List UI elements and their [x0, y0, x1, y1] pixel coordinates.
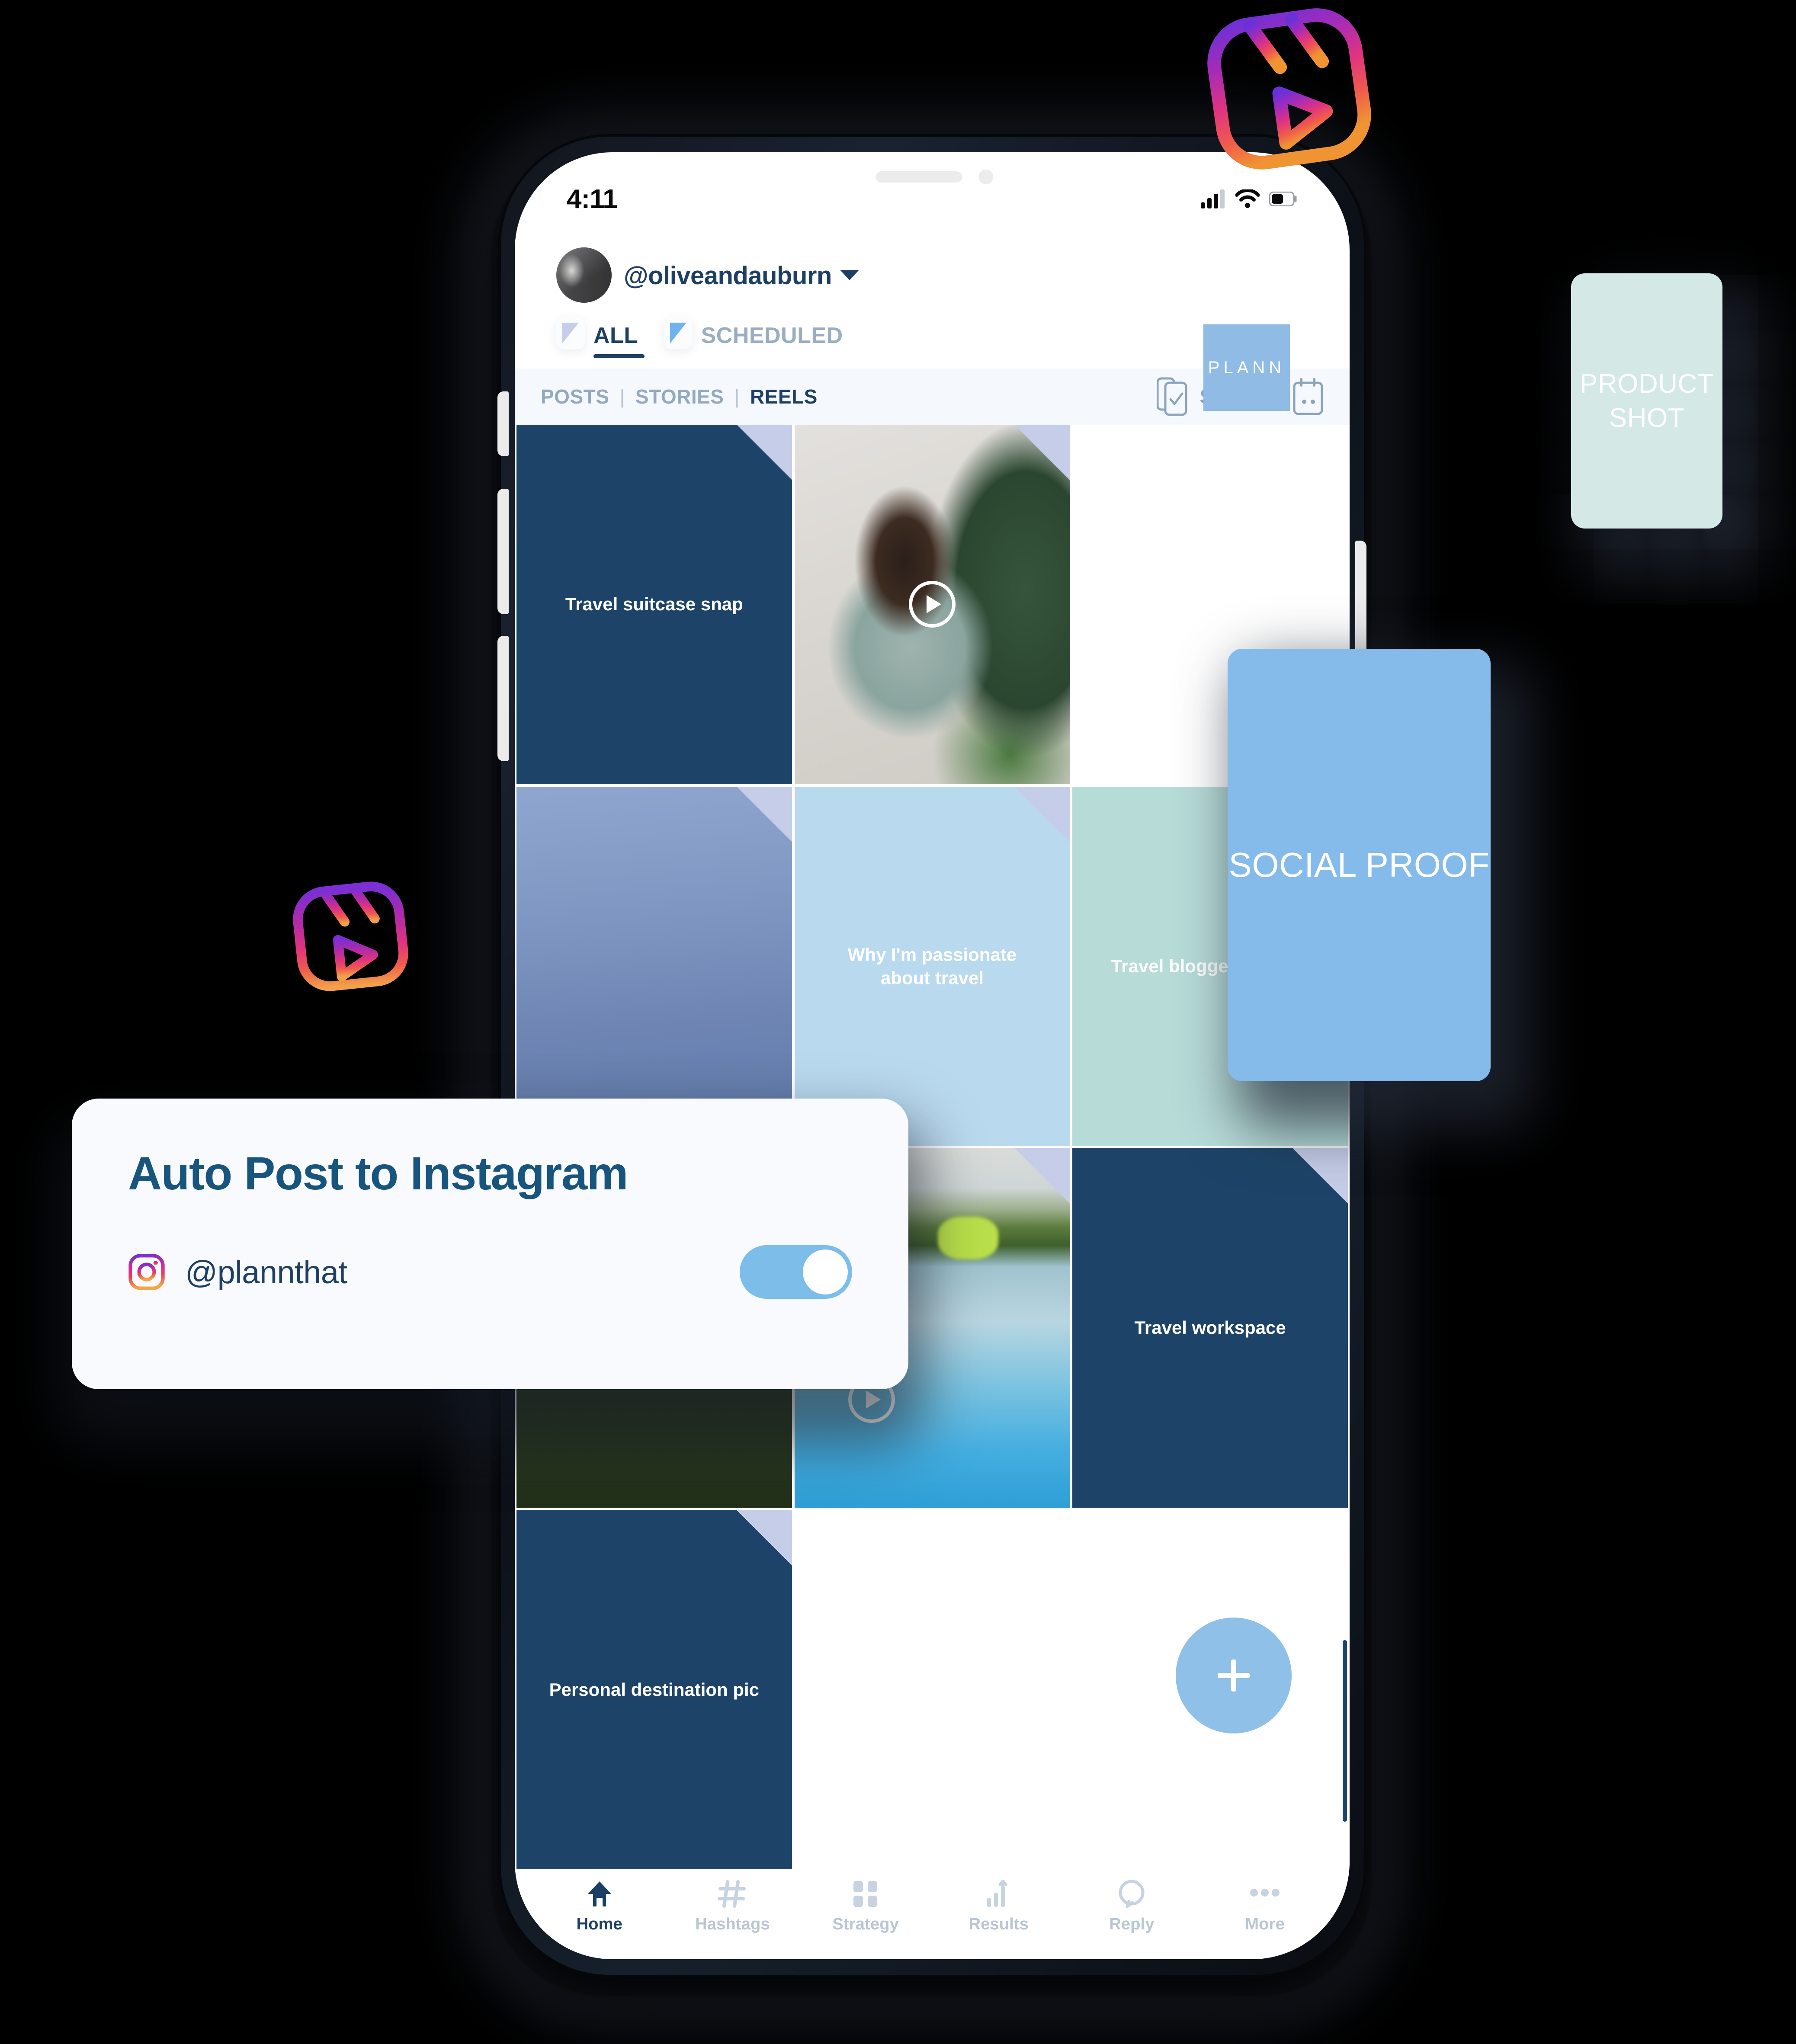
auto-post-row: @plannthat [128, 1245, 852, 1299]
filter-reels[interactable]: REELS [750, 385, 818, 408]
tab-active-underline [593, 354, 645, 358]
battery-icon [1269, 192, 1297, 206]
instagram-reels-icon-small [293, 881, 408, 991]
grid-cell-travel-workspace[interactable]: Travel workspace [1072, 1148, 1348, 1508]
flag-all-icon [556, 317, 585, 349]
phone-volume-up-button[interactable] [497, 489, 509, 614]
nav-item-results[interactable]: Results [938, 1879, 1059, 1934]
content-type-filters: POSTS | STORIES | REELS [541, 385, 818, 408]
scheduled-corner-icon [1014, 786, 1070, 842]
plann-watermark: PLANN [1203, 324, 1290, 411]
grid-cell-travel-suitcase-snap[interactable]: Travel suitcase snap [516, 425, 792, 784]
grid-cell-label: Travel suitcase snap [565, 594, 743, 615]
tab-scheduled-label: SCHEDULED [701, 323, 843, 348]
phone-mute-switch[interactable] [497, 391, 509, 456]
nav-item-more[interactable]: More [1204, 1879, 1325, 1934]
instagram-reels-icon-large [1207, 8, 1371, 170]
plus-icon [1218, 1660, 1250, 1692]
screenshot-canvas: 4:11 @oliveandauburn ALL SCHEDULED POSTS… [0, 0, 1796, 2044]
front-camera-icon [978, 170, 994, 184]
auto-post-title: Auto Post to Instagram [128, 1147, 629, 1199]
nav-item-strategy[interactable]: Strategy [805, 1879, 926, 1934]
auto-post-toggle[interactable] [740, 1245, 852, 1299]
filter-posts[interactable]: POSTS [541, 385, 609, 408]
tab-all-label: ALL [593, 323, 638, 348]
instagram-icon [128, 1254, 165, 1290]
status-time: 4:11 [567, 184, 618, 214]
tab-all[interactable]: ALL [556, 317, 645, 358]
cellular-signal-icon [1201, 189, 1225, 208]
grid-cell-label: Why I'm passionate about travel [847, 944, 1017, 988]
filter-separator-2: | [734, 385, 740, 408]
phone-volume-down-button[interactable] [497, 636, 509, 761]
scheduled-corner-icon [1292, 1148, 1348, 1204]
auto-post-handle: @plannthat [185, 1254, 347, 1290]
nav-label: Hashtags [695, 1915, 770, 1933]
flag-scheduled-icon [664, 317, 693, 349]
bottom-navigation: Home Hashtags Strategy Results Reply Mor… [515, 1869, 1350, 1959]
play-icon[interactable] [908, 581, 956, 628]
phone-notch [876, 170, 994, 184]
tab-scheduled[interactable]: SCHEDULED [664, 317, 843, 358]
social-proof-card[interactable]: SOCIAL PROOF [1228, 649, 1491, 1081]
bar-chart-icon [986, 1879, 1012, 1909]
hashtag-icon [718, 1879, 747, 1909]
toggle-knob [803, 1249, 848, 1294]
nav-label: Home [576, 1915, 623, 1933]
nav-label: Reply [1109, 1915, 1155, 1933]
select-phone-icon[interactable] [1156, 377, 1188, 416]
grid-cell-passionate-about-travel[interactable]: Why I'm passionate about travel [794, 786, 1070, 1146]
chevron-down-icon[interactable] [840, 270, 859, 280]
grid-cell-plant-reel[interactable] [794, 425, 1070, 784]
calendar-icon[interactable] [1292, 377, 1325, 416]
grid-cell-sky-photo[interactable] [516, 786, 792, 1146]
nav-label: Results [969, 1915, 1029, 1933]
scheduled-corner-icon [1014, 425, 1070, 480]
nav-item-reply[interactable]: Reply [1071, 1879, 1192, 1934]
scheduled-corner-icon [736, 425, 792, 480]
grid-icon [852, 1879, 879, 1909]
add-post-button[interactable] [1176, 1618, 1292, 1733]
comment-icon [1118, 1879, 1145, 1909]
avatar[interactable] [556, 247, 612, 303]
home-icon [585, 1879, 614, 1909]
product-shot-card[interactable]: PRODUCT SHOT [1571, 273, 1722, 529]
auto-post-card: Auto Post to Instagram @plannthat [72, 1099, 908, 1389]
scrollbar[interactable] [1343, 1640, 1347, 1822]
grid-cell-label: Personal destination pic [549, 1679, 760, 1700]
nav-label: Strategy [832, 1915, 899, 1933]
scheduled-corner-icon [736, 786, 792, 842]
filter-stories[interactable]: STORIES [635, 385, 724, 408]
auto-post-account: @plannthat [128, 1253, 347, 1291]
nav-item-hashtags[interactable]: Hashtags [672, 1879, 793, 1934]
nav-item-home[interactable]: Home [539, 1879, 660, 1934]
wifi-icon [1235, 189, 1260, 208]
nav-label: More [1245, 1915, 1285, 1933]
earpiece-speaker [876, 171, 962, 183]
status-icons [1201, 189, 1298, 208]
grid-cell-personal-destination-pic[interactable]: Personal destination pic [516, 1510, 792, 1869]
grid-cell-label: Travel workspace [1134, 1317, 1286, 1338]
account-handle[interactable]: @oliveandauburn [624, 261, 832, 290]
filter-separator-1: | [619, 385, 625, 408]
scheduled-corner-icon [1014, 1148, 1070, 1204]
scheduled-corner-icon [736, 1510, 792, 1566]
ellipsis-icon [1249, 1879, 1280, 1909]
view-tabs: ALL SCHEDULED [556, 317, 843, 358]
